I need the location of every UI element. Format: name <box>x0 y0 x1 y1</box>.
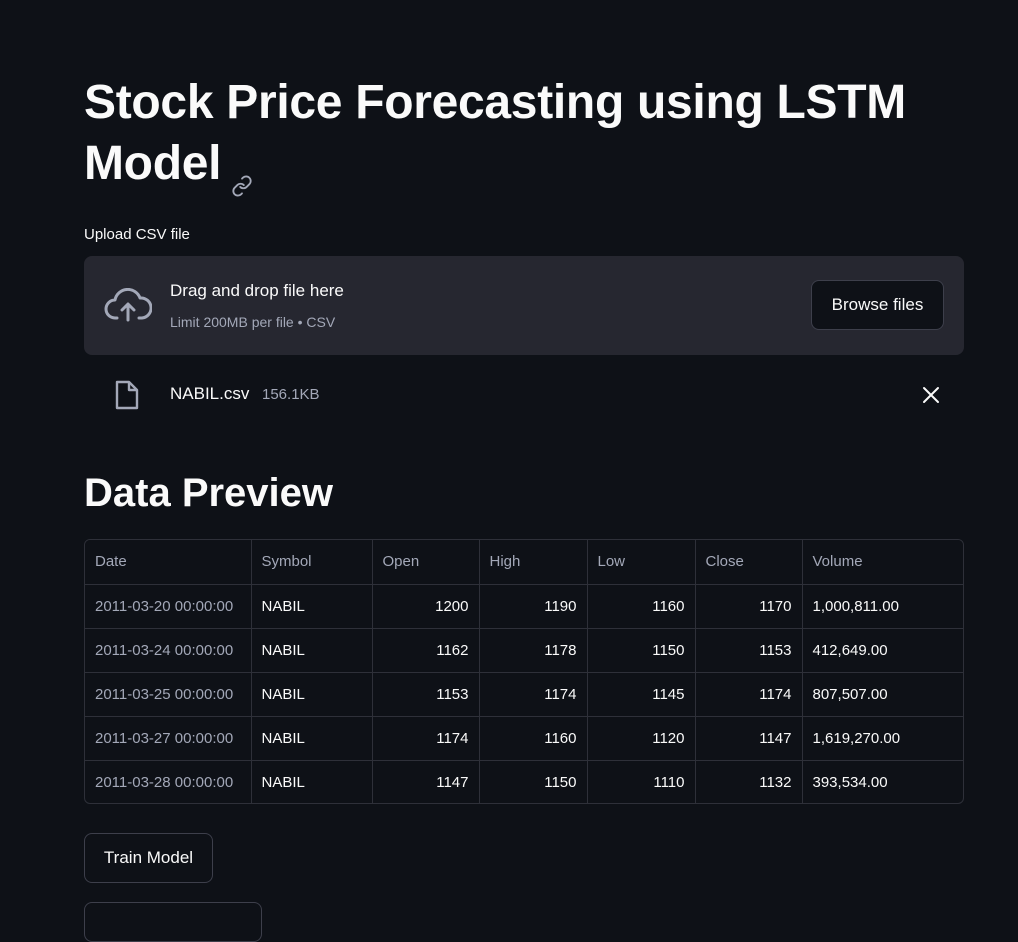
dropzone-instructions: Drag and drop file here <box>170 281 344 300</box>
symbol-cell: NABIL <box>251 628 373 673</box>
table-row: 2011-03-28 00:00:00 NABIL 1147 1150 1110… <box>85 760 963 803</box>
column-header[interactable]: Close <box>695 540 803 585</box>
column-header[interactable]: Volume <box>802 540 963 585</box>
table-row: 2011-03-27 00:00:00 NABIL 1174 1160 1120… <box>85 716 963 761</box>
volume-cell: 393,534.00 <box>812 773 888 791</box>
date-cell: 2011-03-20 00:00:00 <box>85 584 252 629</box>
low-cell: 1150 <box>587 628 696 673</box>
page-title-text: Stock Price Forecasting using LSTM Model <box>84 76 906 190</box>
volume-cell: 412,649.00 <box>802 628 963 673</box>
symbol-cell: NABIL <box>251 584 373 629</box>
high-cell: 1190 <box>479 584 588 629</box>
open-cell: 1162 <box>372 628 480 673</box>
uploaded-file-size: 156.1KB <box>262 386 320 403</box>
close-cell: 1147 <box>695 716 803 761</box>
volume-cell: 1,619,270.00 <box>802 716 963 761</box>
browse-files-button[interactable]: Browse files <box>811 280 944 330</box>
column-header[interactable]: Low <box>587 540 696 585</box>
file-icon <box>114 379 140 411</box>
data-preview-table[interactable]: Date Symbol Open High Low Close Volume 2… <box>84 539 964 804</box>
column-header[interactable]: Date <box>85 540 252 585</box>
low-cell: 1145 <box>587 672 696 717</box>
high-cell: 1174 <box>479 672 588 717</box>
open-cell: 1153 <box>372 672 480 717</box>
open-cell: 1200 <box>372 584 480 629</box>
close-cell: 1132 <box>695 760 803 803</box>
page-title: Stock Price Forecasting using LSTM Model <box>84 72 964 197</box>
high-cell: 1150 <box>479 760 588 803</box>
date-cell: 2011-03-27 00:00:00 <box>85 716 252 761</box>
open-cell: 1174 <box>372 716 480 761</box>
table-row: 2011-03-20 00:00:00 NABIL 1200 1190 1160… <box>85 584 963 629</box>
uploaded-file-item: NABIL.csv 156.1KB <box>84 370 964 418</box>
date-cell: 2011-03-25 00:00:00 <box>85 672 252 717</box>
uploaded-file-name: NABIL.csv <box>170 384 250 403</box>
cloud-upload-icon <box>104 287 153 324</box>
file-dropzone[interactable]: Drag and drop file here Limit 200MB per … <box>84 256 964 355</box>
close-cell: 1170 <box>695 584 803 629</box>
volume-cell: 807,507.00 <box>802 672 963 717</box>
close-cell: 1153 <box>695 628 803 673</box>
low-cell: 1110 <box>587 760 696 803</box>
train-model-button[interactable]: Train Model <box>84 833 213 883</box>
column-header[interactable]: Open <box>372 540 480 585</box>
low-cell: 1160 <box>587 584 696 629</box>
upload-label: Upload CSV file <box>84 226 190 243</box>
close-cell: 1174 <box>695 672 803 717</box>
link-icon[interactable] <box>231 151 253 197</box>
column-header[interactable]: Symbol <box>251 540 373 585</box>
volume-cell: 1,000,811.00 <box>802 584 963 629</box>
data-preview-heading: Data Preview <box>84 471 334 515</box>
table-row: 2011-03-25 00:00:00 NABIL 1153 1174 1145… <box>85 672 963 717</box>
date-cell: 2011-03-28 00:00:00 <box>85 760 252 803</box>
symbol-cell: NABIL <box>251 716 373 761</box>
symbol-cell: NABIL <box>251 672 373 717</box>
high-cell: 1178 <box>479 628 588 673</box>
table-header-row: Date Symbol Open High Low Close Volume <box>85 540 963 585</box>
column-header[interactable]: High <box>479 540 588 585</box>
date-cell: 2011-03-24 00:00:00 <box>85 628 252 673</box>
dropzone-limit-text: Limit 200MB per file • CSV <box>170 314 336 330</box>
low-cell: 1120 <box>587 716 696 761</box>
symbol-cell: NABIL <box>251 760 373 803</box>
table-row: 2011-03-24 00:00:00 NABIL 1162 1178 1150… <box>85 628 963 673</box>
partially-visible-button[interactable] <box>84 902 262 942</box>
remove-file-icon[interactable] <box>920 384 942 406</box>
open-cell: 1147 <box>372 760 480 803</box>
high-cell: 1160 <box>479 716 588 761</box>
